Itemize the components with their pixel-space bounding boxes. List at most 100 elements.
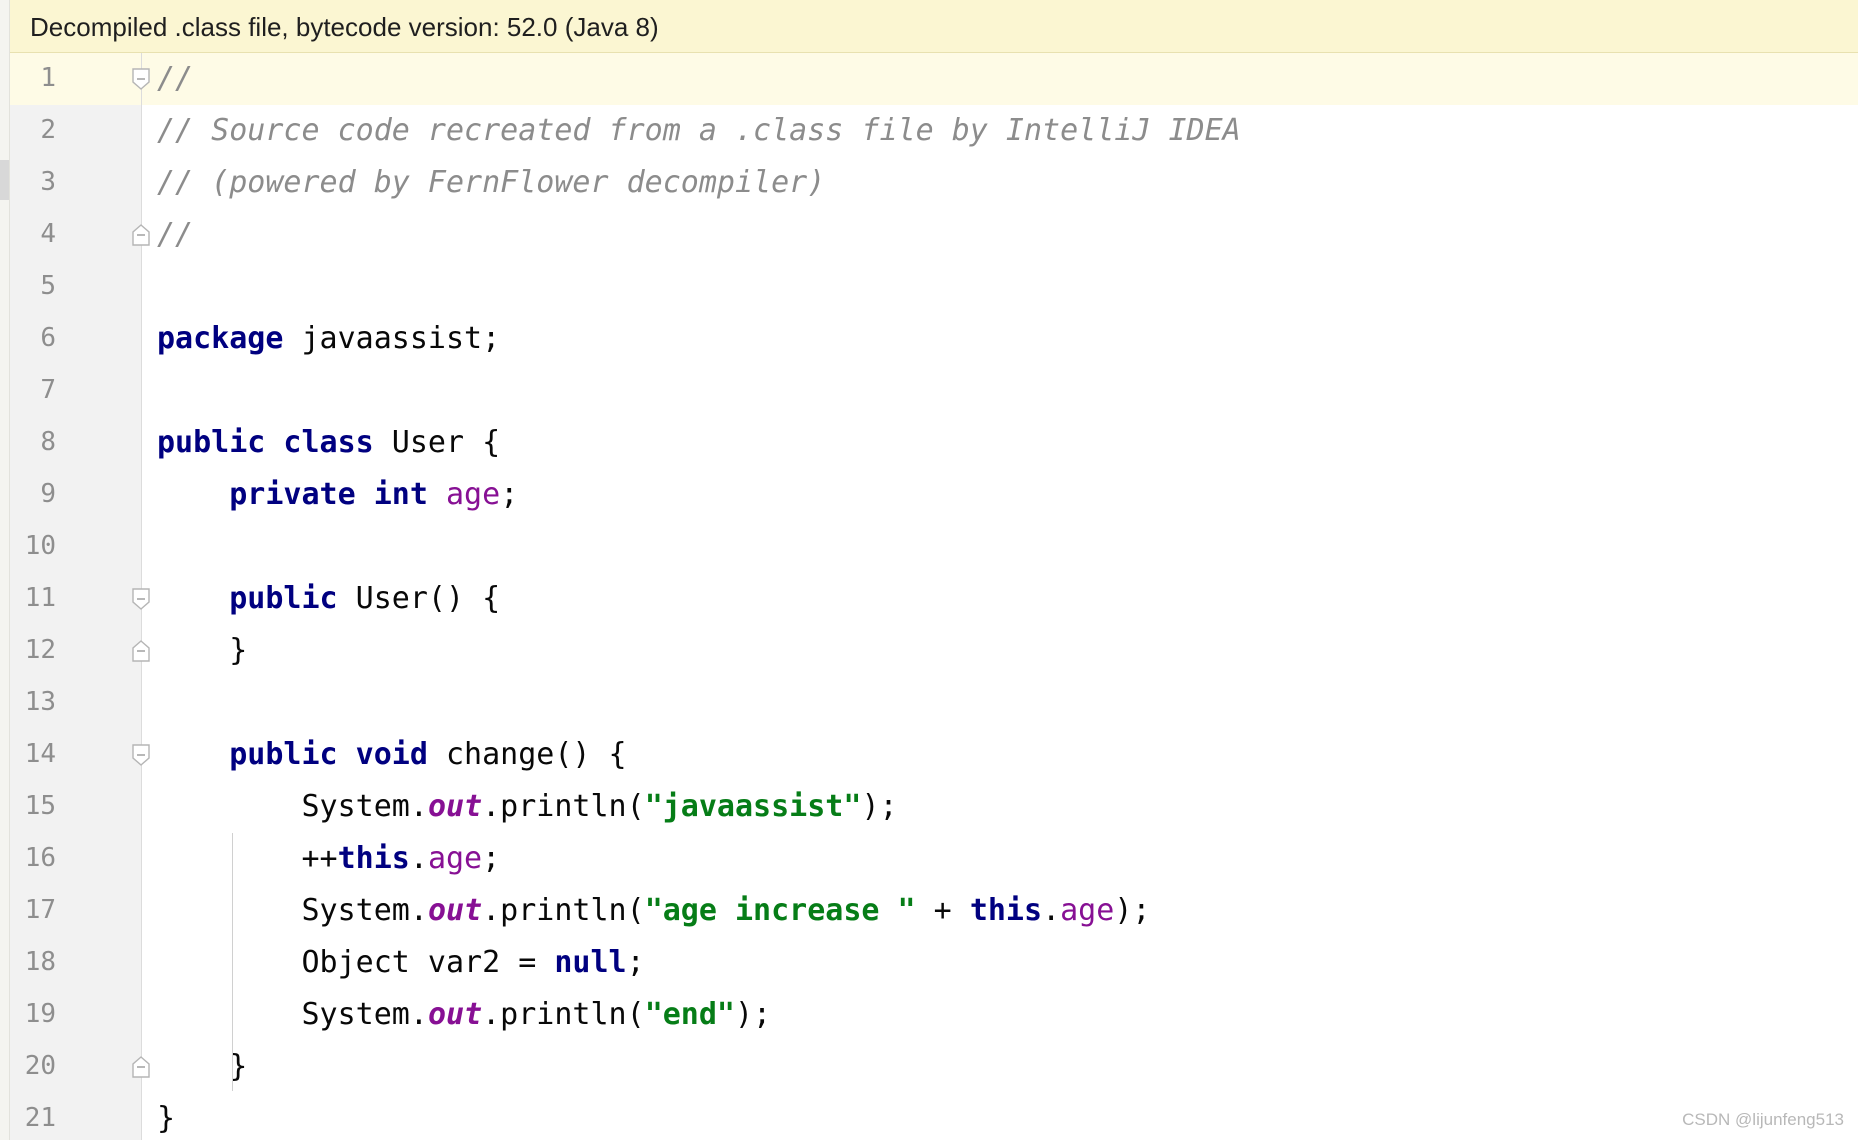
line-number: 9: [40, 479, 56, 509]
line-number: 21: [24, 1103, 56, 1133]
string-token: "age increase ": [644, 893, 916, 928]
keyword-token: this: [969, 893, 1043, 928]
code-line[interactable]: 2 // Source code recreated from a .class …: [10, 105, 1858, 157]
line-number: 7: [40, 375, 56, 405]
code-line[interactable]: 3 // (powered by FernFlower decompiler): [10, 157, 1858, 209]
keyword-token: public class: [157, 425, 374, 460]
plain-token: .println(: [482, 997, 645, 1032]
plain-token: ;: [482, 841, 501, 876]
line-number: 11: [24, 583, 56, 613]
fold-end-icon[interactable]: [131, 640, 151, 662]
code-line[interactable]: 10: [10, 521, 1858, 573]
code-line[interactable]: 4 //: [10, 209, 1858, 261]
line-number: 1: [40, 63, 56, 93]
code-line[interactable]: 15 System.out.println("javaassist");: [10, 781, 1858, 833]
code-line[interactable]: 17 System.out.println("age increase " + …: [10, 885, 1858, 937]
code-line[interactable]: 6 package javaassist;: [10, 313, 1858, 365]
code-line[interactable]: 19 System.out.println("end");: [10, 989, 1858, 1041]
fold-start-icon[interactable]: [131, 744, 151, 766]
keyword-token: null: [554, 945, 627, 980]
line-number: 10: [24, 531, 56, 561]
line-number: 20: [24, 1051, 56, 1081]
line-number: 17: [24, 895, 56, 925]
code-line[interactable]: 11 public User() {: [10, 573, 1858, 625]
plain-token: }: [157, 1101, 176, 1136]
code-text: ++this.age;: [157, 841, 500, 877]
code-line-background: [142, 1041, 1858, 1093]
indent-guide: [232, 833, 233, 1091]
plain-token: ;: [500, 477, 519, 512]
line-number: 16: [24, 843, 56, 873]
code-line-background: [142, 53, 1858, 105]
fold-start-icon[interactable]: [131, 68, 151, 90]
keyword-token: public: [229, 581, 338, 616]
code-line-background: [142, 625, 1858, 677]
code-line-background: [142, 365, 1858, 417]
code-text: package javaassist;: [157, 321, 500, 357]
code-text: //: [157, 217, 193, 253]
plain-token: javaassist;: [283, 321, 501, 356]
fold-start-icon[interactable]: [131, 588, 151, 610]
plain-token: }: [157, 1049, 248, 1084]
line-number: 4: [40, 219, 56, 249]
code-text: }: [157, 1049, 247, 1085]
static-field-token: out: [427, 893, 483, 928]
static-field-token: out: [427, 789, 483, 824]
left-tool-strip: [0, 0, 10, 1140]
line-number: 12: [24, 635, 56, 665]
line-number: 5: [40, 271, 56, 301]
code-line[interactable]: 9 private int age;: [10, 469, 1858, 521]
code-line[interactable]: 12 }: [10, 625, 1858, 677]
code-line[interactable]: 14 public void change() {: [10, 729, 1858, 781]
plain-token: .: [409, 841, 428, 876]
comment-token: // Source code recreated from a .class f…: [157, 113, 1241, 148]
code-text: public class User {: [157, 425, 500, 461]
plain-token: );: [735, 997, 772, 1032]
plain-token: ++: [157, 841, 338, 876]
line-number: 15: [24, 791, 56, 821]
plain-token: .println(: [482, 893, 645, 928]
code-text: System.out.println("end");: [157, 997, 771, 1033]
comment-token: //: [157, 61, 194, 96]
decompiled-notice-banner: Decompiled .class file, bytecode version…: [10, 0, 1858, 53]
code-line[interactable]: 13: [10, 677, 1858, 729]
code-line-background: [142, 261, 1858, 313]
plain-token: System.: [157, 893, 428, 928]
code-line[interactable]: 18 Object var2 = null;: [10, 937, 1858, 989]
code-line[interactable]: 7: [10, 365, 1858, 417]
code-editor[interactable]: 1 // 2 // Source code recreated from a .cla…: [10, 53, 1858, 1140]
code-line[interactable]: 21}: [10, 1093, 1858, 1140]
comment-token: // (powered by FernFlower decompiler): [157, 165, 826, 200]
field-token: age: [427, 841, 483, 876]
code-text: }: [157, 633, 247, 669]
watermark: CSDN @lijunfeng513: [1682, 1110, 1844, 1129]
keyword-token: this: [337, 841, 410, 876]
plain-token: .: [1042, 893, 1061, 928]
code-line[interactable]: 16 ++this.age;: [10, 833, 1858, 885]
plain-token: change() {: [427, 737, 627, 772]
line-number: 13: [24, 687, 56, 717]
code-line-background: [142, 1093, 1858, 1140]
static-field-token: out: [427, 997, 483, 1032]
plain-token: +: [915, 893, 970, 928]
code-line[interactable]: 5: [10, 261, 1858, 313]
plain-token: );: [1114, 893, 1151, 928]
line-number: 19: [24, 999, 56, 1029]
fold-end-icon[interactable]: [131, 1056, 151, 1078]
line-number: 2: [40, 115, 56, 145]
code-line-background: [142, 209, 1858, 261]
code-text: // (powered by FernFlower decompiler): [157, 165, 825, 201]
editor-window: Decompiled .class file, bytecode version…: [0, 0, 1858, 1140]
keyword-token: package: [157, 321, 284, 356]
line-number: 18: [24, 947, 56, 977]
code-line[interactable]: 1 //: [10, 53, 1858, 105]
code-text: private int age;: [157, 477, 518, 513]
code-line[interactable]: 20 }: [10, 1041, 1858, 1093]
fold-end-icon[interactable]: [131, 224, 151, 246]
code-text: // Source code recreated from a .class f…: [157, 113, 1241, 149]
comment-token: //: [157, 217, 194, 252]
code-line[interactable]: 8 public class User {: [10, 417, 1858, 469]
